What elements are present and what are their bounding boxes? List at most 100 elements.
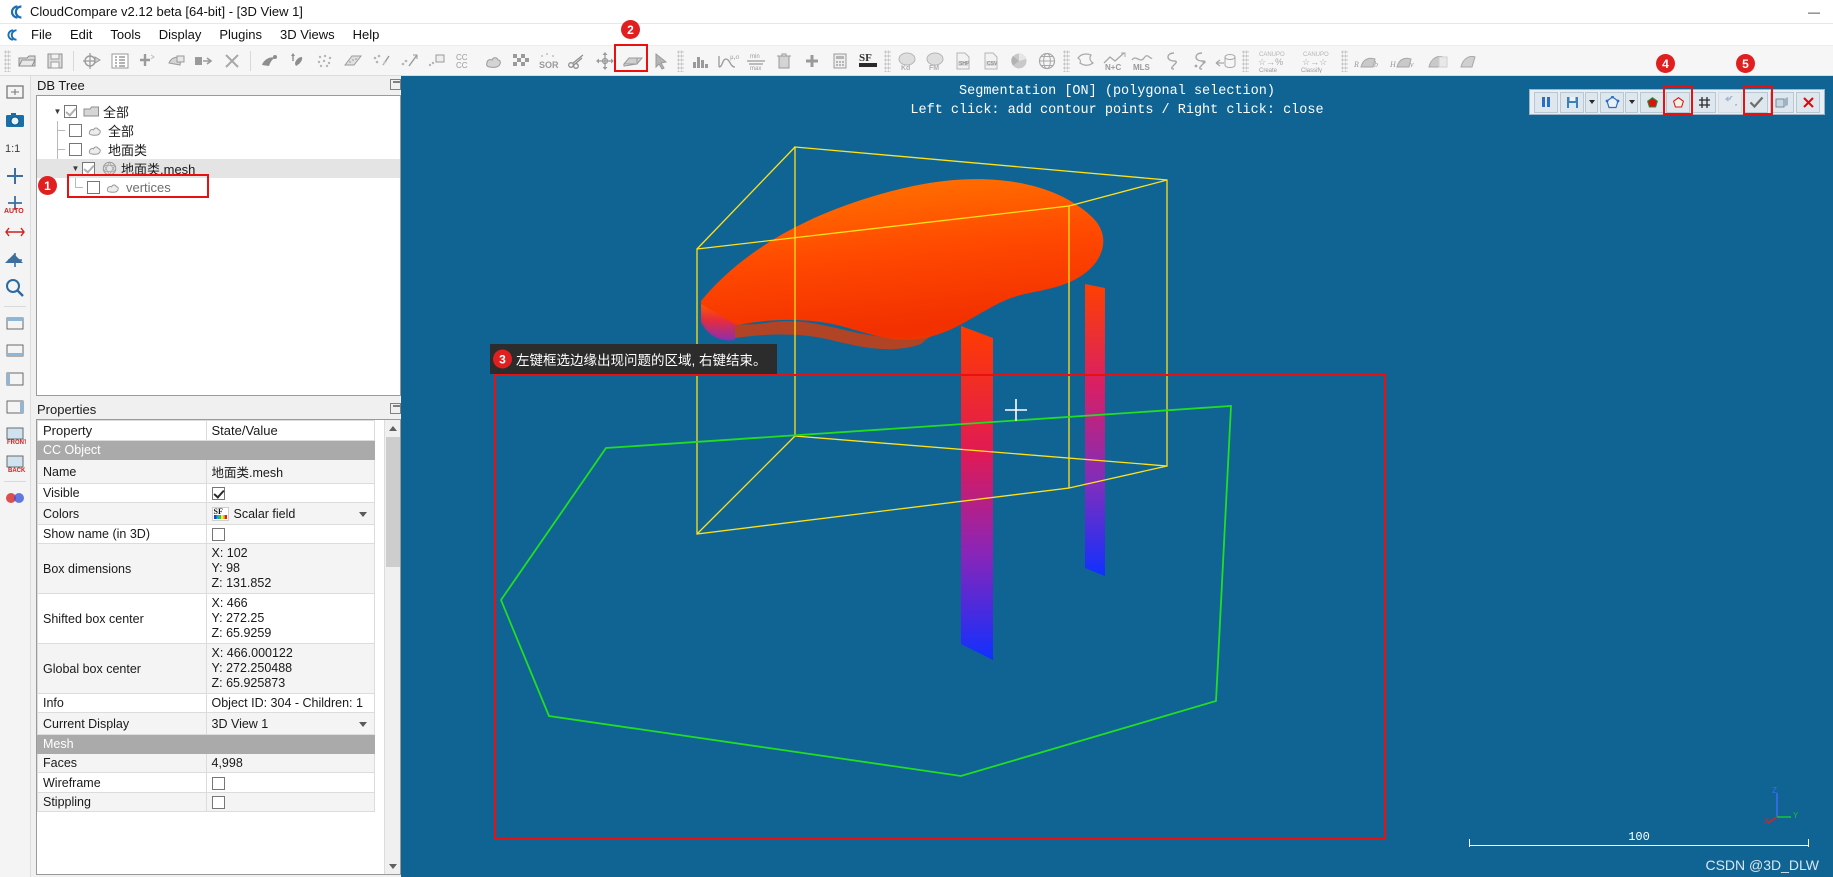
kd-tree-icon[interactable]: Kd bbox=[894, 48, 920, 74]
view-back-icon[interactable]: BACK bbox=[2, 450, 28, 476]
toolbar-grip[interactable] bbox=[884, 49, 891, 72]
object-camera-mode-icon[interactable] bbox=[2, 219, 28, 245]
scroll-up-button[interactable] bbox=[385, 420, 400, 436]
selection-dropdown-button[interactable] bbox=[1625, 91, 1638, 113]
subsample-icon[interactable] bbox=[256, 48, 282, 74]
chevron-down-icon[interactable] bbox=[359, 512, 367, 518]
tree-item-cloud-all[interactable]: 全部 bbox=[51, 121, 400, 140]
toolbar-grip[interactable] bbox=[1063, 49, 1070, 72]
expand-triangle-icon[interactable]: ▼ bbox=[51, 102, 64, 121]
properties-scrollbar[interactable] bbox=[384, 420, 400, 874]
normal-to-cloud-icon[interactable]: N+C bbox=[1101, 48, 1127, 74]
canupo-create-icon[interactable]: CANUPO ☆→% Create bbox=[1252, 48, 1294, 74]
stereo-mode-icon[interactable] bbox=[2, 485, 28, 511]
confirm-and-delete-button[interactable] bbox=[1770, 91, 1794, 113]
compute-unroll-icon[interactable] bbox=[396, 48, 422, 74]
rasterize-icon[interactable] bbox=[340, 48, 366, 74]
segment-in-button[interactable] bbox=[1640, 91, 1664, 113]
curvature-icon[interactable] bbox=[1157, 48, 1183, 74]
histogram-icon[interactable] bbox=[687, 48, 713, 74]
use-existing-polyline-button[interactable] bbox=[1692, 91, 1716, 113]
sf-arithmetic-icon[interactable] bbox=[827, 48, 853, 74]
point-picking-icon[interactable] bbox=[648, 48, 674, 74]
merge-icon[interactable] bbox=[191, 48, 217, 74]
polyline-selection-button[interactable] bbox=[1600, 91, 1624, 113]
cancel-segmentation-button[interactable] bbox=[1796, 91, 1820, 113]
auto-pivot-icon[interactable]: AUTO bbox=[2, 191, 28, 217]
save-dropdown-button[interactable] bbox=[1585, 91, 1598, 113]
stippling-checkbox[interactable] bbox=[211, 795, 225, 809]
segment-scissors-icon[interactable] bbox=[564, 48, 590, 74]
zoom-window-icon[interactable] bbox=[2, 275, 28, 301]
add-sf-icon[interactable] bbox=[799, 48, 825, 74]
scrollbar-thumb[interactable] bbox=[386, 437, 400, 567]
undo-button[interactable] bbox=[1718, 91, 1742, 113]
menu-item-help[interactable]: Help bbox=[344, 25, 389, 44]
save-file-icon[interactable] bbox=[42, 48, 68, 74]
menu-item-plugins[interactable]: Plugins bbox=[210, 25, 271, 44]
ambient-render-icon[interactable] bbox=[1455, 48, 1485, 74]
zoom-1-1-icon[interactable]: 1:1 bbox=[2, 135, 28, 161]
tree-item-cloud-ground[interactable]: 地面类 bbox=[51, 140, 400, 159]
colors-combo[interactable]: Scalar field bbox=[208, 504, 372, 524]
menu-item-file[interactable]: File bbox=[22, 25, 61, 44]
undock-icon[interactable] bbox=[390, 403, 401, 414]
clone-icon[interactable] bbox=[163, 48, 189, 74]
cloud-mesh-dist-icon[interactable] bbox=[480, 48, 506, 74]
menu-item-tools[interactable]: Tools bbox=[101, 25, 149, 44]
add-point-icon[interactable] bbox=[135, 48, 161, 74]
export-csv-icon[interactable]: CSV bbox=[978, 48, 1004, 74]
sf-toolbar-icon[interactable]: SF bbox=[855, 48, 881, 74]
export-shp-icon[interactable]: SHP bbox=[950, 48, 976, 74]
noise-filter-icon[interactable] bbox=[368, 48, 394, 74]
ransac-shape-detect-icon[interactable] bbox=[1185, 48, 1211, 74]
puzzle-plugin-icon[interactable] bbox=[1073, 48, 1099, 74]
open-file-icon[interactable] bbox=[14, 48, 40, 74]
fit-plane-icon[interactable] bbox=[424, 48, 450, 74]
tree-item-root[interactable]: ▼ 全部 bbox=[51, 102, 400, 121]
cloud-cloud-dist-icon[interactable]: CC CC bbox=[452, 48, 478, 74]
current-display-combo[interactable]: 3D View 1 bbox=[208, 714, 372, 734]
visible-checkbox[interactable] bbox=[211, 487, 225, 501]
show-name-checkbox[interactable] bbox=[211, 528, 225, 542]
fm-plugin-icon[interactable]: FM bbox=[922, 48, 948, 74]
normals-icon[interactable] bbox=[284, 48, 310, 74]
chevron-down-icon[interactable] bbox=[359, 722, 367, 728]
pie-chart-icon[interactable] bbox=[1006, 48, 1032, 74]
toolbar-grip[interactable] bbox=[677, 49, 684, 72]
toolbar-grip[interactable] bbox=[1341, 49, 1348, 72]
checkerboard-icon[interactable] bbox=[508, 48, 534, 74]
view-top-icon[interactable] bbox=[2, 310, 28, 336]
mls-plugin-icon[interactable]: MLS bbox=[1129, 48, 1155, 74]
filter-by-value-icon[interactable]: min max bbox=[743, 48, 769, 74]
minimize-button[interactable]: — bbox=[1795, 0, 1833, 24]
sor-filter-icon[interactable]: SOR bbox=[536, 48, 562, 74]
unroll-cylinder-icon[interactable] bbox=[1213, 48, 1239, 74]
pause-segmentation-button[interactable] bbox=[1534, 91, 1558, 113]
view-right-icon[interactable] bbox=[2, 394, 28, 420]
tree-checkbox[interactable] bbox=[64, 105, 77, 118]
delete-icon[interactable] bbox=[219, 48, 245, 74]
scroll-down-button[interactable] bbox=[385, 858, 400, 874]
view-bottom-icon[interactable] bbox=[2, 338, 28, 364]
toolbar-grip[interactable] bbox=[4, 49, 11, 72]
globe-icon[interactable] bbox=[1034, 48, 1060, 74]
undock-icon[interactable] bbox=[390, 79, 401, 90]
menu-item-display[interactable]: Display bbox=[150, 25, 211, 44]
delete-sf-icon[interactable] bbox=[771, 48, 797, 74]
sample-points-icon[interactable] bbox=[312, 48, 338, 74]
tree-checkbox[interactable] bbox=[69, 143, 82, 156]
canupo-classify-icon[interactable]: CANUPO ☆→☆ Classify bbox=[1296, 48, 1338, 74]
menu-item-3d-views[interactable]: 3D Views bbox=[271, 25, 344, 44]
view-left-icon[interactable] bbox=[2, 366, 28, 392]
wireframe-checkbox[interactable] bbox=[211, 776, 225, 790]
hsv-render-icon[interactable]: Hv bbox=[1387, 48, 1421, 74]
view-front-icon[interactable]: FRONT bbox=[2, 422, 28, 448]
save-segmentation-button[interactable] bbox=[1560, 91, 1584, 113]
pick-rotation-center-icon[interactable] bbox=[2, 247, 28, 273]
menu-item-edit[interactable]: Edit bbox=[61, 25, 101, 44]
pivot-center-icon[interactable] bbox=[2, 163, 28, 189]
display-properties-icon[interactable] bbox=[107, 48, 133, 74]
gaussian-filter-icon[interactable]: μ,σ bbox=[715, 48, 741, 74]
global-shift-settings-icon[interactable] bbox=[79, 48, 105, 74]
